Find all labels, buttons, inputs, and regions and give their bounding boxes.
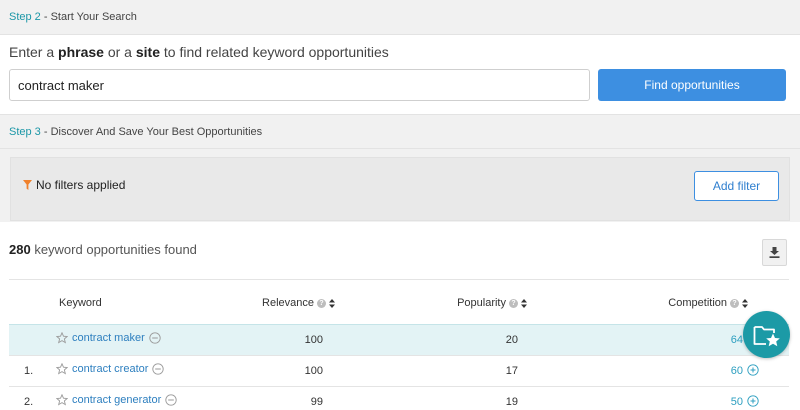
column-keyword-label: Keyword (59, 297, 102, 309)
search-panel: Enter a phrase or a site to find related… (0, 35, 800, 114)
relevance-value: 100 (304, 365, 323, 377)
column-keyword: Keyword (59, 297, 102, 309)
table-row: 2. contract generator 99 19 50 (9, 386, 789, 410)
keyword-cell: contract generator (56, 394, 177, 406)
relevance-value: 100 (304, 334, 323, 346)
star-outline-icon[interactable] (56, 394, 68, 406)
column-relevance[interactable]: Relevance ? (262, 297, 335, 309)
table-header: Keyword Relevance ? Popularity ? Competi… (9, 279, 789, 324)
table-row: contract maker 100 20 64 (9, 324, 789, 355)
column-competition-label: Competition (668, 297, 727, 309)
column-competition[interactable]: Competition ? (668, 297, 748, 309)
help-icon[interactable]: ? (730, 298, 739, 308)
keyword-table: Keyword Relevance ? Popularity ? Competi… (9, 279, 789, 410)
competition-value[interactable]: 64 (731, 334, 743, 346)
prompt-suffix: to find related keyword opportunities (159, 44, 389, 60)
row-index: 2. (24, 396, 34, 408)
sort-icon[interactable] (742, 298, 748, 308)
results-panel: 280 keyword opportunities found Keyword … (0, 222, 800, 410)
download-button[interactable] (762, 239, 787, 266)
filter-panel: No filters applied Add filter (10, 157, 790, 221)
step-3-separator: - (40, 126, 51, 138)
step-2-title: Start Your Search (50, 11, 137, 23)
minus-circle-icon[interactable] (149, 332, 161, 344)
results-count-number: 280 (9, 242, 31, 257)
plus-circle-icon[interactable] (747, 395, 759, 407)
results-count: 280 keyword opportunities found (9, 242, 197, 257)
search-prompt: Enter a phrase or a site to find related… (9, 44, 389, 60)
keyword-cell: contract maker (56, 332, 161, 344)
sort-icon[interactable] (521, 298, 527, 308)
keyword-link[interactable]: contract maker (72, 332, 145, 344)
step-2-separator: - (40, 11, 51, 23)
step-3-title: Discover And Save Your Best Opportunitie… (50, 126, 263, 138)
results-count-label: keyword opportunities found (30, 242, 197, 257)
prompt-phrase: phrase (58, 44, 104, 60)
prompt-prefix: Enter a (9, 44, 59, 60)
competition-value[interactable]: 60 (731, 365, 743, 377)
help-icon[interactable]: ? (509, 298, 518, 308)
find-opportunities-button[interactable]: Find opportunities (598, 69, 786, 101)
filter-status: No filters applied (23, 178, 125, 192)
step-2-header: Step 2 - Start Your Search (0, 0, 800, 35)
relevance-value: 99 (310, 396, 323, 408)
step-2-number: Step 2 (9, 11, 41, 23)
minus-circle-icon[interactable] (152, 363, 165, 375)
popularity-value: 19 (505, 396, 518, 408)
saved-keywords-button[interactable] (743, 311, 790, 358)
step-3-header: Step 3 - Discover And Save Your Best Opp… (0, 114, 800, 149)
sort-icon[interactable] (329, 298, 335, 308)
column-popularity[interactable]: Popularity ? (457, 297, 527, 309)
popularity-value: 17 (505, 365, 518, 377)
table-row: 1. contract creator 100 17 60 (9, 355, 789, 386)
column-popularity-label: Popularity (457, 297, 506, 309)
prompt-or: or a (103, 44, 136, 60)
add-filter-button[interactable]: Add filter (694, 171, 779, 201)
minus-circle-icon[interactable] (165, 394, 177, 406)
filter-funnel-icon (23, 180, 32, 190)
prompt-site: site (135, 44, 160, 60)
column-relevance-label: Relevance (262, 297, 314, 309)
download-icon (769, 247, 780, 258)
filter-status-label: No filters applied (36, 178, 126, 192)
plus-circle-icon[interactable] (747, 364, 759, 376)
keyword-link[interactable]: contract generator (72, 394, 161, 406)
help-icon[interactable]: ? (317, 298, 326, 308)
search-input[interactable] (9, 69, 590, 101)
star-outline-icon[interactable] (56, 363, 68, 375)
row-index: 1. (24, 365, 34, 377)
star-outline-icon[interactable] (56, 332, 68, 344)
competition-value[interactable]: 50 (731, 396, 743, 408)
popularity-value: 20 (505, 334, 518, 346)
folder-star-icon (753, 325, 780, 346)
step-3-number: Step 3 (9, 126, 41, 138)
keyword-cell: contract creator (56, 363, 165, 375)
keyword-link[interactable]: contract creator (72, 363, 148, 375)
